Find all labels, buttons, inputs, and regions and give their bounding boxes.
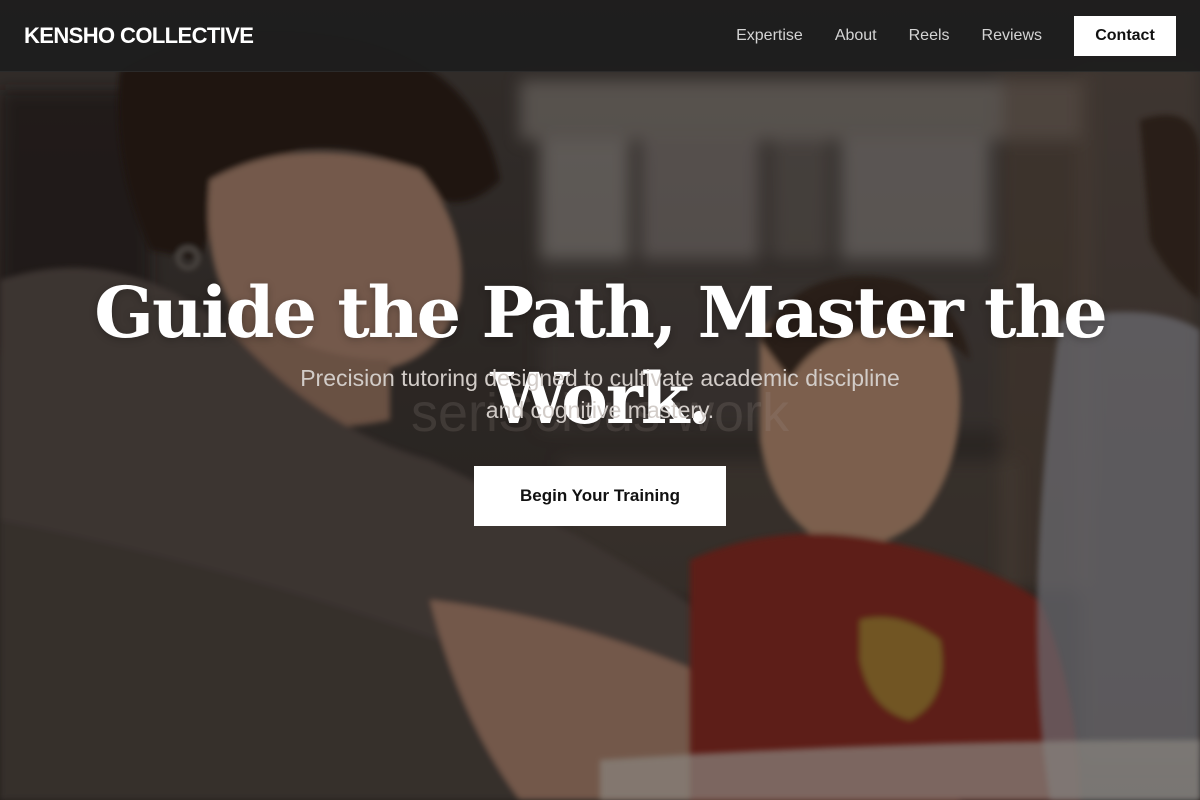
hero-subtitle: Precision tutoring designed to cultivate… [300, 365, 900, 423]
landing-page: KENSHO COLLECTIVE Expertise About Reels … [0, 0, 1200, 800]
nav-link-reviews[interactable]: Reviews [982, 16, 1042, 56]
contact-button[interactable]: Contact [1074, 16, 1176, 56]
nav-link-reels[interactable]: Reels [909, 16, 950, 56]
hero-section: seriScious work Guide the Path, Master t… [0, 0, 1200, 800]
brand-logo-text[interactable]: KENSHO COLLECTIVE [24, 22, 254, 50]
nav-links: Expertise About Reels Reviews Contact [736, 16, 1176, 56]
nav-link-about[interactable]: About [835, 16, 877, 56]
top-navbar: KENSHO COLLECTIVE Expertise About Reels … [0, 0, 1200, 72]
begin-training-button[interactable]: Begin Your Training [474, 466, 726, 526]
nav-link-expertise[interactable]: Expertise [736, 16, 803, 56]
